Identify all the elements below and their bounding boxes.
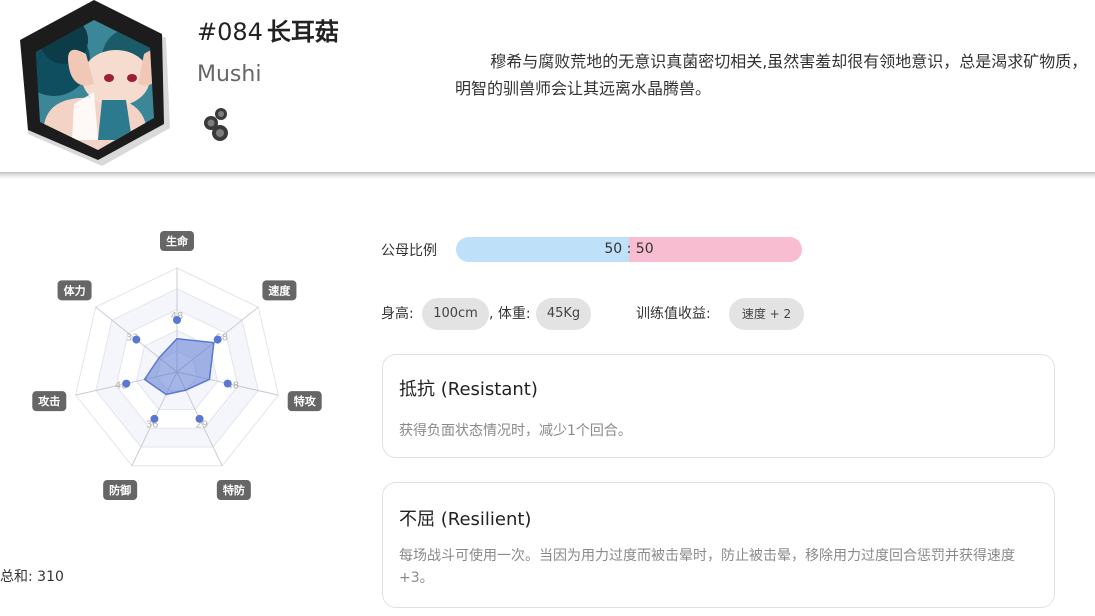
radar-axis-label-text: 特防: [223, 483, 245, 497]
type-poison-icon[interactable]: [200, 106, 234, 142]
gender-ratio-bar: 50 : 50: [456, 237, 802, 262]
radar-point: [223, 379, 232, 388]
radar-point: [173, 316, 181, 324]
dex-number: #084: [197, 18, 263, 46]
radar-axis-label-text: 防御: [109, 483, 131, 497]
trait-title: 不屈 (Resilient): [399, 509, 532, 530]
creature-header: #084 长耳菇 Mushi 穆希与腐败荒地的无意识真菌密切相关,虽然害羞却很有领…: [0, 0, 1095, 172]
stats-radar-chart: 48684829364833生命速度特攻特防防御攻击体力: [32, 231, 322, 501]
radar-axis-label-text: 生命: [166, 234, 189, 248]
ev-yield-label: 训练值收益:: [636, 306, 711, 322]
radar-axis-label: 防御: [103, 480, 138, 501]
radar-axis-label-text: 特攻: [294, 394, 317, 408]
trait-card[interactable]: 不屈 (Resilient) 每场战斗可使用一次。当因为用力过度而被击晕时，防止…: [382, 482, 1055, 608]
height-value: 100cm: [422, 298, 489, 330]
trait-card[interactable]: 抵抗 (Resistant) 获得负面状态情况时，减少1个回合。: [382, 354, 1055, 458]
radar-axis-label: 生命: [160, 231, 194, 251]
gender-ratio-text: 50 : 50: [604, 241, 654, 257]
ev-yield-value: 速度 + 2: [729, 298, 804, 330]
radar-point: [213, 335, 222, 344]
height-label: 身高:: [381, 306, 414, 322]
radar-axis-label: 攻击: [32, 391, 67, 412]
creature-english-name: Mushi: [197, 62, 262, 87]
trait-title: 抵抗 (Resistant): [399, 379, 538, 400]
radar-axis-label-text: 攻击: [38, 394, 60, 408]
radar-point: [132, 335, 141, 344]
radar-axis-label: 体力: [57, 280, 92, 301]
weight-label: , 体重:: [489, 306, 531, 322]
creature-name: 长耳菇: [266, 18, 339, 46]
trait-description: 每场战斗可使用一次。当因为用力过度而被击晕时，防止被击晕，移除用力过度回合惩罚并…: [399, 548, 1015, 586]
radar-axis-label: 特防: [216, 480, 251, 501]
header-divider: [0, 172, 1095, 180]
gender-ratio-label: 公母比例: [381, 243, 437, 259]
radar-axis-label: 速度: [262, 280, 297, 301]
mushi-portrait-icon: [14, 0, 174, 170]
radar-axis-label-text: 体力: [64, 283, 86, 297]
radar-point: [195, 414, 204, 423]
radar-point: [122, 379, 131, 388]
radar-axis-label-text: 速度: [268, 283, 291, 297]
weight-value: 45Kg: [536, 298, 591, 330]
trait-description: 获得负面状态情况时，减少1个回合。: [399, 423, 632, 439]
creature-title: #084 长耳菇: [197, 12, 339, 47]
creature-description: 穆希与腐败荒地的无意识真菌密切相关,虽然害羞却很有领地意识，总是渴求矿物质，明智…: [455, 52, 1088, 98]
radar-point: [150, 414, 159, 423]
radar-axis-label: 特攻: [287, 391, 322, 412]
stats-total: 总和: 310: [0, 569, 64, 585]
